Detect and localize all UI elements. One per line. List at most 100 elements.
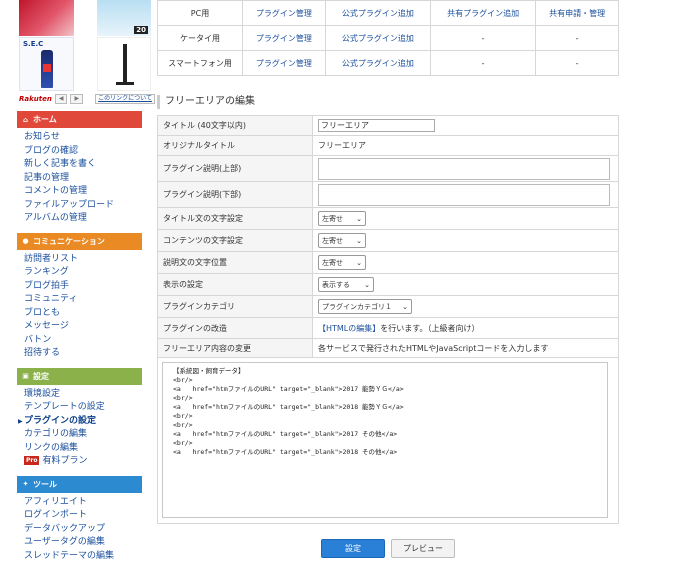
nav-list-home: お知らせ ブログの確認 新しく記事を書く 記事の管理 コメントの管理 ファイルア… — [17, 128, 142, 228]
content-label: フリーエリア内容の変更 — [157, 338, 313, 358]
empty-cell: - — [535, 25, 619, 51]
sidebar-item-affiliate[interactable]: アフィリエイト — [24, 496, 142, 510]
pro-badge: Pro — [24, 456, 40, 465]
nav-list-settings: 環境設定 テンプレートの設定 ▶プラグインの設定 カテゴリの編集 リンクの編集 … — [17, 385, 142, 471]
sidebar-item-template[interactable]: テンプレートの設定 — [24, 401, 142, 415]
sidebar-item-backup[interactable]: データバックアップ — [24, 523, 142, 537]
chevron-down-icon: ⌄ — [356, 258, 362, 267]
preview-button[interactable]: プレビュー — [391, 539, 455, 558]
sidebar-item-user-tags[interactable]: ユーザータグの編集 — [24, 536, 142, 550]
ad-image-sec-oil[interactable]: S.E.C — [19, 37, 74, 91]
ad-footer: Rakuten ◀ ▶ このリンクについて — [19, 93, 155, 104]
ad-image-strawberry[interactable] — [19, 0, 74, 36]
original-title-value: フリーエリア — [312, 135, 619, 156]
display-select[interactable]: 表示する ⌄ — [318, 277, 374, 292]
sidebar-item-links[interactable]: リンクの編集 — [24, 442, 142, 456]
sidebar-item-invite[interactable]: 招待する — [24, 347, 142, 361]
ad-next-button[interactable]: ▶ — [70, 93, 84, 104]
device-label: ケータイ用 — [157, 25, 243, 51]
sidebar-item-upload[interactable]: ファイルアップロード — [24, 199, 142, 213]
sidebar-item-albums[interactable]: アルバムの管理 — [24, 212, 142, 226]
people-icon: ● — [22, 237, 29, 245]
ad-about-link[interactable]: このリンクについて — [95, 93, 155, 104]
nav-section-tools: ✦ ツール アフィリエイト ログインポート データバックアップ ユーザータグの編… — [17, 475, 142, 566]
sidebar-item-ranking[interactable]: ランキング — [24, 266, 142, 280]
form-row-modify: プラグインの改造 【HTMLの編集】を行います。（上級者向け） — [157, 317, 619, 339]
device-label: スマートフォン用 — [157, 50, 243, 76]
form-row-original-title: オリジナルタイトル フリーエリア — [157, 135, 619, 156]
save-button[interactable]: 設定 — [321, 539, 385, 558]
shared-plugin-add-link[interactable]: 共有プラグイン追加 — [429, 0, 537, 26]
form-row-desc-top: プラグイン説明(上部) — [157, 155, 619, 182]
ad-prev-button[interactable]: ◀ — [54, 93, 68, 104]
display-label: 表示の設定 — [157, 273, 313, 296]
sidebar-item-paid-plan[interactable]: Pro 有料プラン — [24, 455, 142, 469]
section-title: フリーエリアの編集 — [157, 95, 619, 109]
form-row-title: タイトル (40文字以内) フリーエリア — [157, 115, 619, 136]
form-row-desc-align: 説明文の文字位置 左寄せ ⌄ — [157, 251, 619, 274]
table-row: ケータイ用 プラグイン管理 公式プラグイン追加 - - — [157, 25, 619, 51]
pole-icon — [123, 44, 127, 84]
ad-banner: 20 S.E.C Rakuten ◀ ▶ このリンクについて — [17, 0, 155, 106]
sidebar-item-burotomo[interactable]: ブロとも — [24, 307, 142, 321]
nav-header-tools: ✦ ツール — [17, 475, 142, 493]
title-align-label: タイトル文の文字設定 — [157, 207, 313, 230]
sidebar-item-view-blog[interactable]: ブログの確認 — [24, 145, 142, 159]
tools-icon: ✦ — [22, 480, 29, 488]
content-align-select[interactable]: 左寄せ ⌄ — [318, 233, 366, 248]
free-area-code-textarea[interactable]: 【系統図・飼育データ】 <br/> <a href="htmファイルのURL" … — [162, 362, 608, 518]
shared-request-link[interactable]: 共有申請・管理 — [535, 0, 619, 26]
chevron-down-icon: ⌄ — [364, 280, 370, 289]
empty-cell: - — [429, 25, 537, 51]
sidebar-item-news[interactable]: お知らせ — [24, 131, 142, 145]
sidebar-item-posts[interactable]: 記事の管理 — [24, 172, 142, 186]
sidebar-item-clap[interactable]: ブログ拍手 — [24, 280, 142, 294]
form-row-title-align: タイトル文の文字設定 左寄せ ⌄ — [157, 207, 619, 230]
settings-icon: ▣ — [22, 372, 29, 380]
sidebar-item-thread-themes[interactable]: スレッドテーマの編集 — [24, 550, 142, 564]
free-area-edit-form: タイトル (40文字以内) フリーエリア オリジナルタイトル フリーエリア プラ… — [157, 115, 619, 358]
title-input[interactable]: フリーエリア — [318, 119, 435, 132]
ad-sec-label: S.E.C — [23, 40, 44, 48]
sidebar-item-comments[interactable]: コメントの管理 — [24, 185, 142, 199]
desc-align-select[interactable]: 左寄せ ⌄ — [318, 255, 366, 270]
title-align-select[interactable]: 左寄せ ⌄ — [318, 211, 366, 226]
nav-header-home: ⌂ ホーム — [17, 111, 142, 128]
ad-image-pole[interactable] — [97, 37, 151, 91]
sidebar-item-plugins[interactable]: ▶プラグインの設定 — [18, 415, 142, 429]
sidebar-item-categories[interactable]: カテゴリの編集 — [24, 428, 142, 442]
official-plugin-add-link[interactable]: 公式プラグイン追加 — [324, 0, 431, 26]
table-row: PC用 プラグイン管理 公式プラグイン追加 共有プラグイン追加 共有申請・管理 — [157, 0, 619, 26]
desc-align-label: 説明文の文字位置 — [157, 251, 313, 274]
sidebar-item-baton[interactable]: バトン — [24, 334, 142, 348]
nav-list-tools: アフィリエイト ログインポート データバックアップ ユーザータグの編集 スレッド… — [17, 493, 142, 566]
sidebar-item-messages[interactable]: メッセージ — [24, 320, 142, 334]
main-content: PC用 プラグイン管理 公式プラグイン追加 共有プラグイン追加 共有申請・管理 … — [157, 0, 619, 558]
device-label: PC用 — [157, 0, 243, 26]
plugin-device-table: PC用 プラグイン管理 公式プラグイン追加 共有プラグイン追加 共有申請・管理 … — [157, 0, 619, 76]
plugin-manage-link[interactable]: プラグイン管理 — [242, 50, 326, 76]
desc-top-label: プラグイン説明(上部) — [157, 155, 313, 182]
rakuten-logo: Rakuten — [19, 94, 52, 103]
sidebar-item-new-post[interactable]: 新しく記事を書く — [24, 158, 142, 172]
content-hint: 各サービスで発行されたHTMLやJavaScriptコードを入力します — [312, 338, 619, 358]
nav-section-settings: ▣ 設定 環境設定 テンプレートの設定 ▶プラグインの設定 カテゴリの編集 リン… — [17, 367, 142, 471]
edit-html-link[interactable]: 【HTMLの編集】 — [318, 324, 380, 333]
desc-bottom-label: プラグイン説明(下部) — [157, 181, 313, 208]
official-plugin-add-link[interactable]: 公式プラグイン追加 — [324, 50, 431, 76]
nav-section-communication: ● コミュニケーション 訪問者リスト ランキング ブログ拍手 コミュニティ ブロ… — [17, 232, 142, 363]
home-icon: ⌂ — [22, 115, 28, 124]
category-select[interactable]: プラグインカテゴリ１ ⌄ — [318, 299, 412, 314]
plugin-manage-link[interactable]: プラグイン管理 — [242, 0, 326, 26]
sidebar-item-community[interactable]: コミュニティ — [24, 293, 142, 307]
sidebar-item-visitors[interactable]: 訪問者リスト — [24, 253, 142, 267]
modify-note: を行います。（上級者向け） — [380, 323, 480, 333]
sidebar-item-environment[interactable]: 環境設定 — [24, 388, 142, 402]
plugin-manage-link[interactable]: プラグイン管理 — [242, 25, 326, 51]
official-plugin-add-link[interactable]: 公式プラグイン追加 — [324, 25, 431, 51]
desc-bottom-textarea[interactable] — [318, 183, 610, 206]
sidebar-item-log-import[interactable]: ログインポート — [24, 509, 142, 523]
code-editor-wrap: 【系統図・飼育データ】 <br/> <a href="htmファイルのURL" … — [157, 358, 619, 524]
ad-image-bicycle[interactable]: 20 — [97, 0, 151, 36]
desc-top-textarea[interactable] — [318, 157, 610, 180]
